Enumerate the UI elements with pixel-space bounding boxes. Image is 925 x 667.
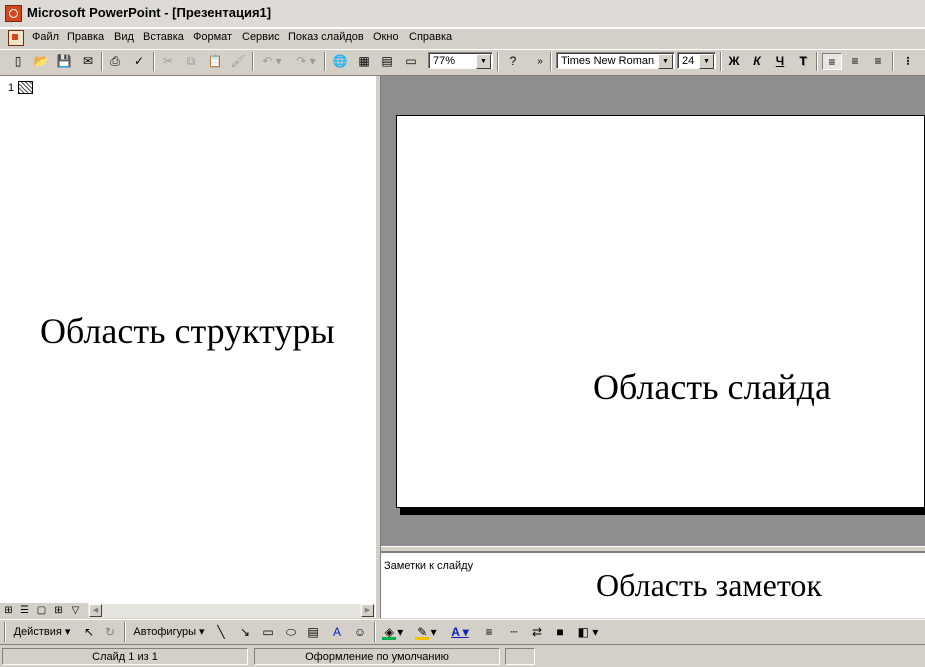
toolbar-separator — [720, 52, 722, 71]
clip-art-icon[interactable]: ☺ — [351, 623, 369, 641]
status-design: Оформление по умолчанию — [254, 648, 500, 665]
outline-slide-number: 1 — [8, 82, 15, 94]
spelling-icon[interactable]: ✓ — [130, 53, 148, 70]
bold-button[interactable]: Ж — [724, 53, 744, 70]
open-icon[interactable]: 📂 — [32, 53, 50, 70]
chevron-down-icon[interactable]: ▼ — [476, 54, 491, 69]
chevron-down-icon[interactable]: ▼ — [699, 54, 714, 69]
menu-tools[interactable]: Сервис — [242, 31, 280, 43]
window-title: Microsoft PowerPoint - [Презентация1] — [27, 5, 272, 20]
powerpoint-app-icon[interactable] — [5, 5, 22, 22]
cut-icon[interactable]: ✂ — [159, 53, 177, 70]
toolbar-separator — [252, 52, 254, 71]
outline-view-icon[interactable]: ☰ — [18, 604, 31, 617]
format-painter-icon[interactable]: 🖌 — [229, 53, 247, 70]
notes-placeholder[interactable]: Заметки к слайду — [384, 560, 473, 572]
undo-icon[interactable]: ↶ ▾ — [258, 53, 286, 70]
toolbar-separator — [816, 52, 818, 71]
toolbar-separator — [101, 52, 103, 71]
3d-icon[interactable]: ◧ ▾ — [574, 623, 602, 641]
insert-table-icon[interactable]: ▤ — [378, 53, 396, 70]
font-size-select[interactable]: 24 ▼ — [677, 52, 716, 69]
menu-view[interactable]: Вид — [114, 31, 134, 43]
toolbar-separator — [497, 52, 499, 71]
menu-bar — [0, 28, 925, 50]
tables-borders-icon[interactable]: ▦ — [355, 53, 373, 70]
shadow-icon[interactable]: ■ — [551, 623, 569, 641]
menu-format[interactable]: Формат — [193, 31, 232, 43]
status-slide-count: Слайд 1 из 1 — [2, 648, 248, 665]
underline-button[interactable]: Ч — [770, 53, 790, 70]
actions-menu[interactable]: Действия ▾ — [10, 623, 74, 641]
slide-area-label: Область слайда — [593, 367, 831, 407]
paste-icon[interactable]: 📋 — [206, 53, 224, 70]
save-icon[interactable]: 💾 — [55, 53, 73, 70]
slide-icon[interactable] — [18, 81, 33, 94]
zoom-value: 77% — [433, 55, 456, 67]
font-color-icon[interactable]: A ▾ — [446, 623, 474, 641]
toolbar-separator — [324, 52, 326, 71]
chevron-down-icon[interactable]: ▼ — [658, 54, 673, 69]
document-icon[interactable] — [8, 30, 24, 46]
align-right-button[interactable]: ≡ — [868, 53, 888, 70]
toolbar-separator — [124, 622, 126, 642]
arrow-icon[interactable]: ↘ — [236, 623, 254, 641]
italic-button[interactable]: К — [747, 53, 767, 70]
horizontal-scrollbar[interactable] — [88, 603, 375, 618]
wordart-icon[interactable]: A — [328, 623, 346, 641]
shadow-button[interactable]: Т — [793, 53, 813, 70]
autoshapes-menu[interactable]: Автофигуры ▾ — [130, 623, 208, 641]
status-panel — [505, 648, 535, 665]
text-box-icon[interactable]: ▤ — [304, 623, 322, 641]
slide-canvas[interactable] — [396, 115, 925, 508]
line-icon[interactable]: ╲ — [212, 623, 230, 641]
font-select[interactable]: Times New Roman ▼ — [556, 52, 675, 69]
oval-icon[interactable]: ⬭ — [282, 623, 300, 641]
more-buttons-icon[interactable]: » — [534, 53, 546, 70]
menu-edit[interactable]: Правка — [67, 31, 104, 43]
redo-icon[interactable]: ↷ ▾ — [292, 53, 320, 70]
zoom-select[interactable]: 77% ▼ — [428, 52, 493, 69]
numbering-button[interactable]: ⁝ — [898, 53, 918, 70]
slide-sorter-icon[interactable]: ⊞ — [52, 604, 65, 617]
align-center-button[interactable]: ≡ — [845, 53, 865, 70]
copy-icon[interactable]: ⧉ — [182, 53, 200, 70]
font-value: Times New Roman — [561, 55, 655, 67]
align-left-button[interactable]: ≡ — [822, 53, 842, 70]
menu-window[interactable]: Окно — [373, 31, 399, 43]
menu-help[interactable]: Справка — [409, 31, 452, 43]
toolbar-grip — [4, 622, 6, 642]
menu-insert[interactable]: Вставка — [143, 31, 184, 43]
slide-view-icon[interactable]: ▢ — [35, 604, 48, 617]
line-style-icon[interactable]: ≡ — [480, 623, 498, 641]
menu-file[interactable]: Файл — [32, 31, 59, 43]
new-slide-icon[interactable]: ▭ — [402, 53, 420, 70]
normal-view-icon[interactable]: ⊞ — [2, 604, 15, 617]
actions-label: Действия — [13, 626, 62, 638]
dash-style-icon[interactable]: ┄ — [505, 623, 523, 641]
email-icon[interactable]: ✉ — [79, 53, 97, 70]
new-icon[interactable]: ▯ — [9, 53, 27, 70]
slideshow-icon[interactable]: ▽ — [69, 604, 82, 617]
help-icon[interactable]: ? — [504, 53, 522, 70]
free-rotate-icon[interactable]: ↻ — [101, 623, 119, 641]
notes-area-label: Область заметок — [596, 567, 822, 603]
autoshapes-label: Автофигуры — [133, 626, 196, 638]
select-objects-icon[interactable]: ↖ — [80, 623, 98, 641]
fill-color-icon[interactable]: ◈ ▾ — [380, 623, 408, 641]
print-icon[interactable]: ⎙ — [106, 53, 124, 70]
rectangle-icon[interactable]: ▭ — [259, 623, 277, 641]
toolbar-separator — [550, 52, 552, 71]
line-color-icon[interactable]: ✎ ▾ — [413, 623, 441, 641]
scroll-left-icon[interactable]: ◀ — [89, 604, 102, 617]
toolbar-separator — [374, 622, 376, 642]
font-size-value: 24 — [682, 55, 695, 67]
outline-area-label: Область структуры — [40, 311, 335, 351]
menu-slideshow[interactable]: Показ слайдов — [288, 31, 364, 43]
arrow-style-icon[interactable]: ⇄ — [528, 623, 546, 641]
toolbar-separator — [153, 52, 155, 71]
toolbar-separator — [892, 52, 894, 71]
hyperlink-icon[interactable]: 🌐 — [331, 53, 349, 70]
scroll-right-icon[interactable]: ▶ — [361, 604, 374, 617]
